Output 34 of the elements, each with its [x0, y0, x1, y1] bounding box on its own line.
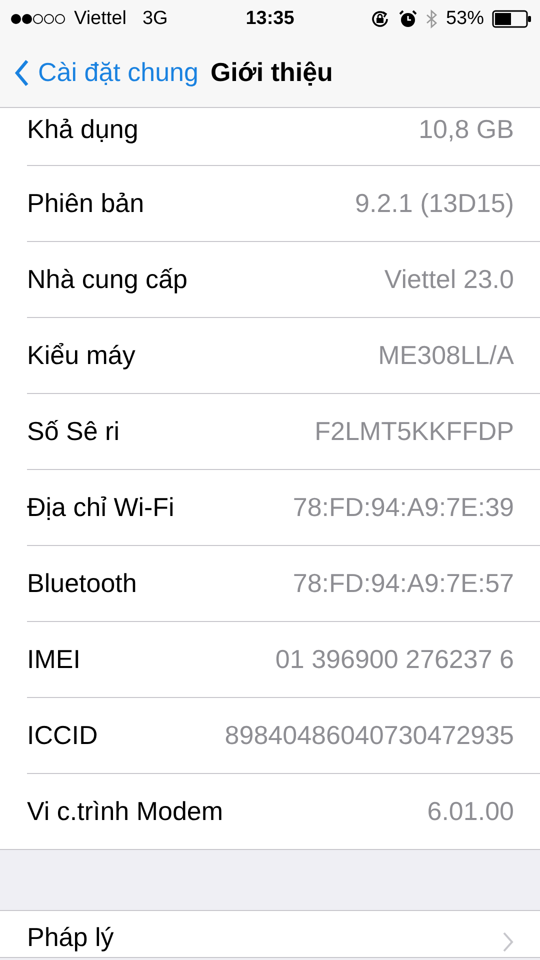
alarm-icon — [398, 9, 418, 29]
row-value: F2LMT5KKFFDP — [314, 416, 514, 447]
battery-percent: 53% — [446, 8, 484, 30]
chevron-icon — [502, 931, 514, 953]
row-label: Địa chỉ Wi-Fi — [27, 492, 174, 523]
row-label: ICCID — [27, 720, 98, 751]
bluetooth-icon — [426, 9, 438, 29]
network-type: 3G — [142, 8, 168, 30]
row-label: IMEI — [27, 644, 80, 675]
row-label: Vi c.trình Modem — [27, 796, 224, 827]
status-time: 13:35 — [244, 8, 296, 30]
row-value: 89840486040730472935 — [224, 720, 514, 751]
battery-icon — [492, 10, 532, 28]
row-label: Nhà cung cấp — [27, 264, 188, 295]
signal-icon — [10, 13, 66, 25]
rotation-lock-icon — [370, 9, 390, 29]
carrier-name: Viettel — [74, 8, 126, 30]
row-value: 6.01.00 — [427, 796, 514, 827]
row-label: Bluetooth — [27, 568, 137, 599]
row-value: Viettel 23.0 — [384, 264, 514, 295]
back-chevron-icon — [14, 58, 30, 86]
row-label: Kiểu máy — [27, 340, 136, 371]
row-label: Phiên bản — [27, 188, 144, 219]
row-value: 78:FD:94:A9:7E:39 — [292, 492, 514, 523]
row-value: 78:FD:94:A9:7E:57 — [292, 568, 514, 599]
page-title: Giới thiệu — [210, 57, 333, 88]
row-value: 01 396900 276237 6 — [275, 644, 514, 675]
back-button[interactable]: Cài đặt chung — [14, 57, 198, 88]
row-value: ME308LL/A — [378, 340, 514, 371]
row-value: 10,8 GB — [418, 114, 514, 145]
row-label: Khả dụng — [27, 114, 138, 145]
row-label: Số Sê ri — [27, 416, 120, 447]
row-label: Pháp lý — [27, 922, 114, 953]
row-value: 9.2.1 (13D15) — [355, 188, 514, 219]
